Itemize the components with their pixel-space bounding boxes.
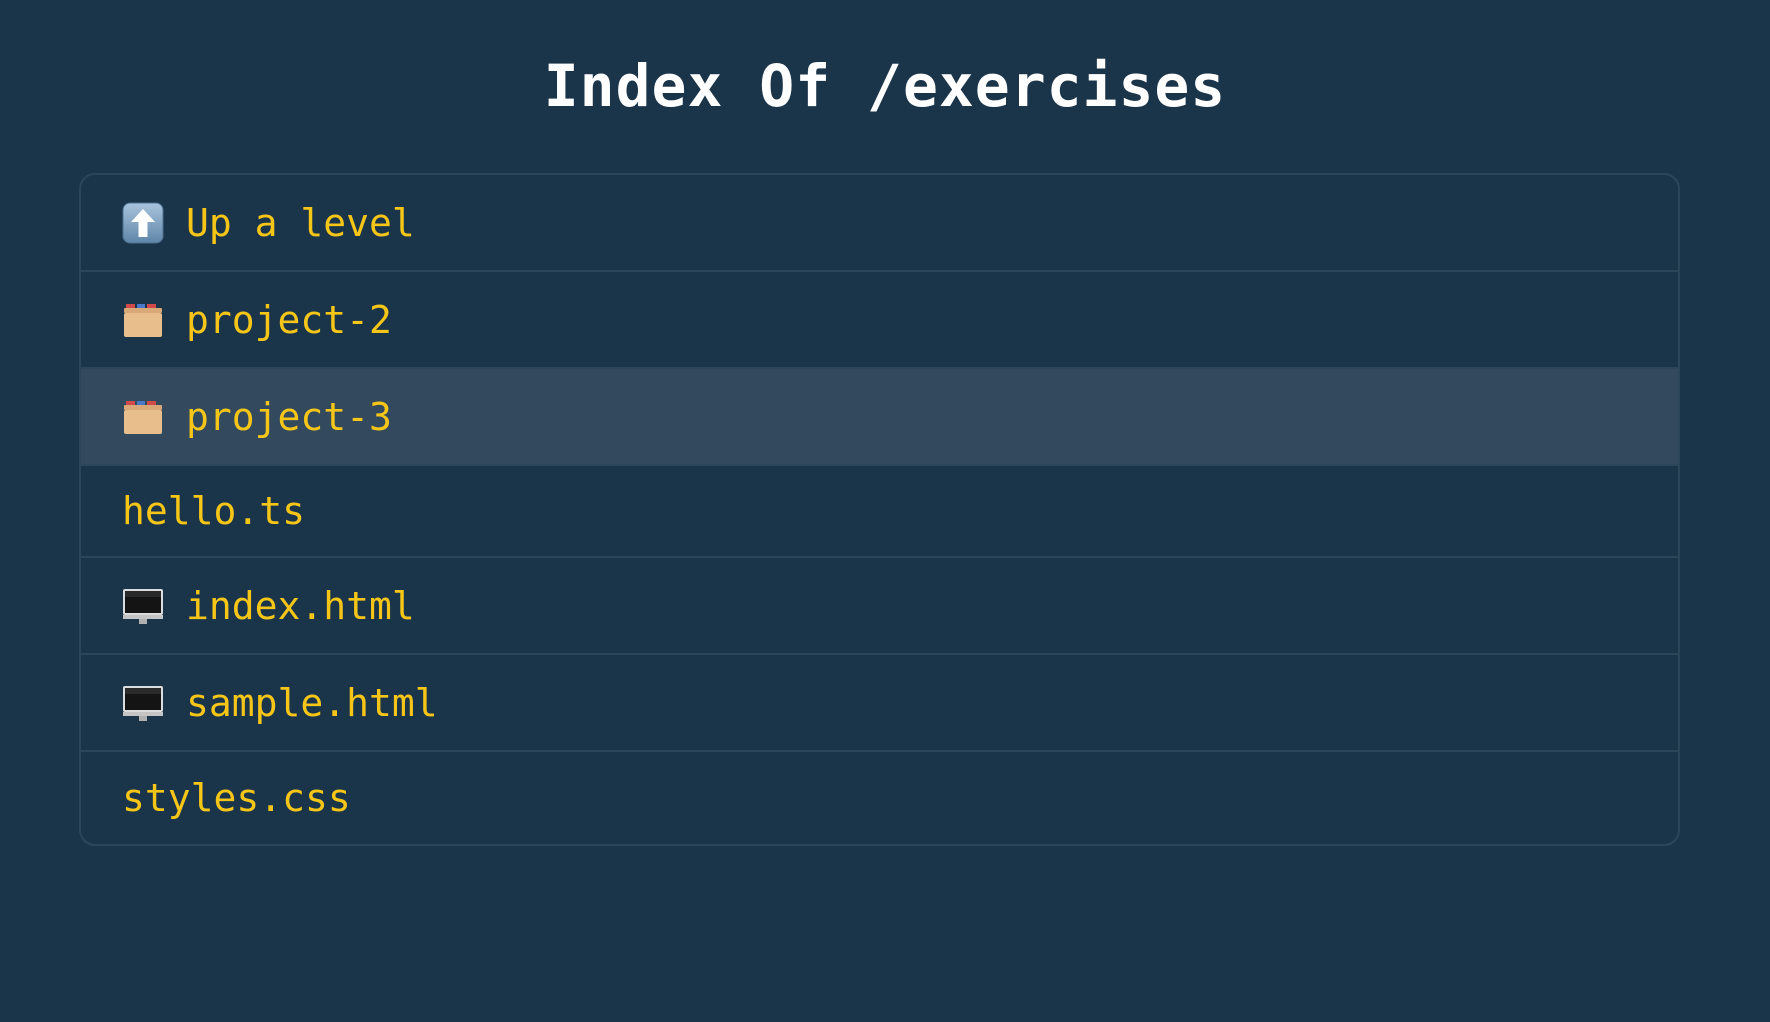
list-item-label: project-3 [186,394,392,439]
list-item-label: sample.html [186,680,438,725]
list-item-project-3[interactable]: project-3 [81,369,1678,466]
list-item-up-a-level[interactable]: Up a level [81,175,1678,272]
directory-listing: Up a level project-2 project-3 hello.ts [79,173,1680,846]
list-item-label: styles.css [122,776,351,820]
monitor-icon [123,685,163,721]
folder-icon [124,400,162,434]
monitor-icon [123,588,163,624]
list-item-hello-ts[interactable]: hello.ts [81,466,1678,558]
list-item-label: Up a level [186,200,415,245]
list-item-sample-html[interactable]: sample.html [81,655,1678,752]
up-arrow-icon [122,202,164,243]
list-item-index-html[interactable]: index.html [81,558,1678,655]
list-item-label: index.html [186,583,415,628]
list-item-project-2[interactable]: project-2 [81,272,1678,369]
list-item-styles-css[interactable]: styles.css [81,752,1678,844]
folder-icon [124,303,162,337]
list-item-label: project-2 [186,297,392,342]
page-title: Index Of /exercises [543,52,1227,120]
list-item-label: hello.ts [122,489,306,533]
